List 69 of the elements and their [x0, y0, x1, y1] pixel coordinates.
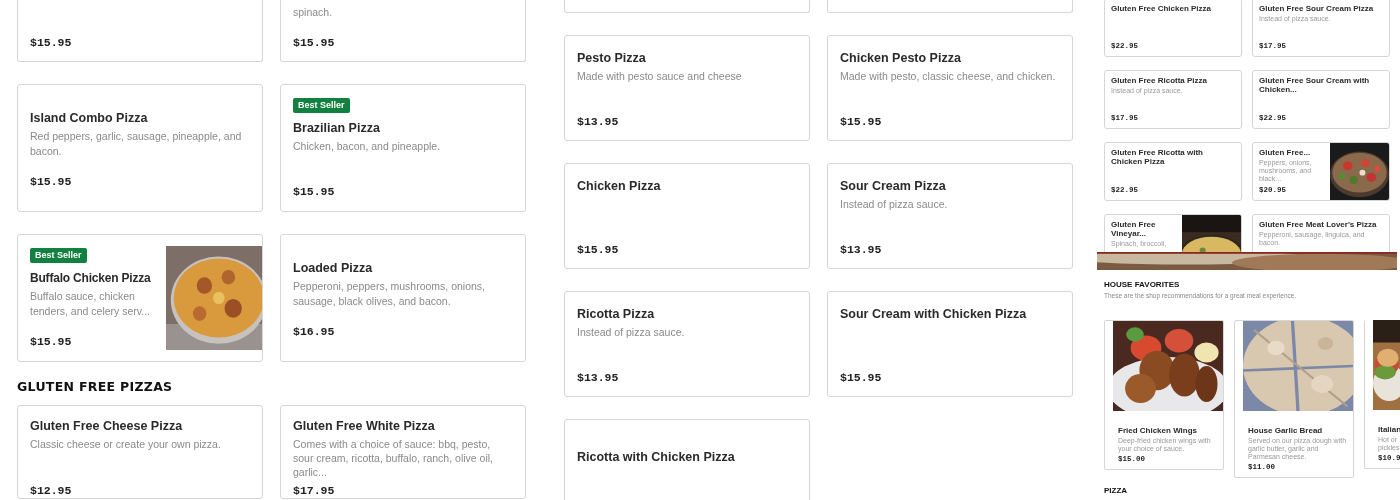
item-name: Gluten Free Meat Lover's Pizza: [1259, 220, 1378, 229]
item-description: Classic cheese or create your own pizza.: [30, 437, 222, 452]
item-price: $15.95: [30, 334, 73, 349]
item-name: Sour Cream with Chicken Pizza: [840, 305, 1028, 323]
item-price: $15.95: [30, 174, 73, 189]
item-name: Island Combo Pizza: [30, 109, 149, 127]
menu-card[interactable]: Chicken Pesto Pizza Made with pesto, classic cheese, and chicken. $15.95: [827, 35, 1073, 141]
item-name: Gluten Free Cheese Pizza: [30, 418, 184, 435]
item-description: Buffalo sauce, chicken tenders, and celery serv...: [30, 288, 152, 319]
item-price: $15.95: [293, 184, 336, 199]
item-price: $13.95: [577, 370, 620, 385]
item-price: $15.95: [840, 370, 883, 385]
menu-card[interactable]: Gluten Free Cheese Pizza Classic cheese or create your own pizza. $12.95: [17, 405, 263, 499]
item-name: Sour Cream Pizza: [840, 177, 947, 195]
menu-card[interactable]: Island Combo Pizza Red peppers, garlic, sausage, pineapple, and bacon. $15.95: [17, 84, 263, 212]
menu-card[interactable]: Loaded Pizza Pepperoni, peppers, mushrooms, onions, sausage, black olives, and bacon. $16.95: [280, 234, 526, 362]
item-name: Brazilian Pizza: [293, 119, 381, 137]
menu-card[interactable]: Sour Cream with Chicken Pizza $15.95: [827, 291, 1073, 397]
menu-card[interactable]: Best Seller Brazilian Pizza Chicken, bacon, and pineapple. $15.95: [280, 84, 526, 212]
item-name: Pesto Pizza: [577, 49, 647, 67]
menu-card[interactable]: Best Seller Buffalo Chicken Pizza Buffalo sauce, chicken tenders, and celery serv... $15.95: [17, 234, 263, 362]
item-price: $15.95: [840, 114, 883, 129]
item-description: Instead of pizza sauce.: [840, 196, 949, 212]
item-name: Ricotta with Chicken Pizza: [577, 448, 736, 466]
badge: Best Seller: [30, 247, 87, 263]
item-price: $12.95: [30, 484, 73, 498]
item-name: Gluten Free Chicken Pizza: [1111, 4, 1213, 13]
item-price: $15.95: [293, 36, 336, 50]
item-price: $13.95: [577, 114, 620, 129]
item-name: Loaded Pizza: [293, 259, 374, 277]
menu-card[interactable]: Ricotta Pizza Instead of pizza sauce. $13.95: [564, 291, 810, 397]
item-description: Made with pesto sauce and cheese: [577, 68, 743, 84]
item-description: Red peppers, garlic, sausage, pineapple, and bacon.: [30, 128, 243, 159]
item-price: $15.95: [577, 242, 620, 257]
item-name: Gluten Free White Pizza: [293, 418, 436, 435]
menu-card[interactable]: Gluten Free White Pizza Comes with a choice of sauce: bbq, pesto, sour cream, ricotta, buffalo, ranch, olive oil, garlic... $17.95: [280, 405, 526, 499]
item-name: House Garlic Bread: [1248, 426, 1324, 435]
item-price: $13.95: [840, 242, 883, 257]
item-description: Pepperoni, peppers, mushrooms, onions, sausage, black olives, and bacon.: [293, 278, 487, 309]
item-name: Fried Chicken Wings: [1118, 426, 1199, 435]
item-name: Gluten Free...: [1259, 148, 1312, 157]
item-description: Comes with a choice of sauce: bbq, pesto, sour cream, ricotta, buffalo, ranch, olive oil, garlic...: [293, 437, 494, 479]
item-price: $17.95: [293, 484, 336, 498]
item-name: Chicken Pesto Pizza: [840, 49, 962, 67]
item-name: Italian: [1378, 425, 1400, 434]
menu-card[interactable]: Ricotta with Chicken Pizza: [564, 419, 810, 500]
menu-card[interactable]: Chicken Pizza $15.95: [564, 163, 810, 269]
menu-card[interactable]: $15.95: [17, 0, 263, 62]
section-heading: PIZZA: [1104, 486, 1128, 495]
menu-card[interactable]: Pesto Pizza Made with pesto sauce and cheese $13.95: [564, 35, 810, 141]
item-description: spinach.: [293, 5, 334, 20]
menu-card[interactable]: spinach. $15.95: [280, 0, 526, 62]
item-description: Chicken, bacon, and pineapple.: [293, 138, 442, 154]
item-name: Gluten Free Sour Cream Pizza: [1259, 4, 1375, 13]
item-description: Instead of pizza sauce.: [577, 324, 686, 340]
item-description: Made with pesto, classic cheese, and chicken.: [840, 68, 1057, 84]
item-name: Gluten Free Vineyar...: [1111, 220, 1157, 238]
menu-card[interactable]: Sour Cream Pizza Instead of pizza sauce. $13.95: [827, 163, 1073, 269]
section-heading: GLUTEN FREE PIZZAS: [17, 380, 173, 394]
item-name: Gluten Free Ricotta with Chicken Pizza: [1111, 148, 1204, 166]
badge: Best Seller: [293, 97, 350, 113]
item-price: $15.95: [30, 36, 73, 50]
item-name: Chicken Pizza: [577, 177, 662, 195]
item-name: Buffalo Chicken Pizza: [30, 269, 152, 287]
item-price: $16.95: [293, 324, 336, 339]
section-heading: HOUSE FAVORITES: [1104, 280, 1180, 289]
item-name: Ricotta Pizza: [577, 305, 656, 323]
item-name: Gluten Free Ricotta Pizza: [1111, 76, 1209, 85]
item-name: Gluten Free Sour Cream with Chicken...: [1259, 76, 1371, 94]
